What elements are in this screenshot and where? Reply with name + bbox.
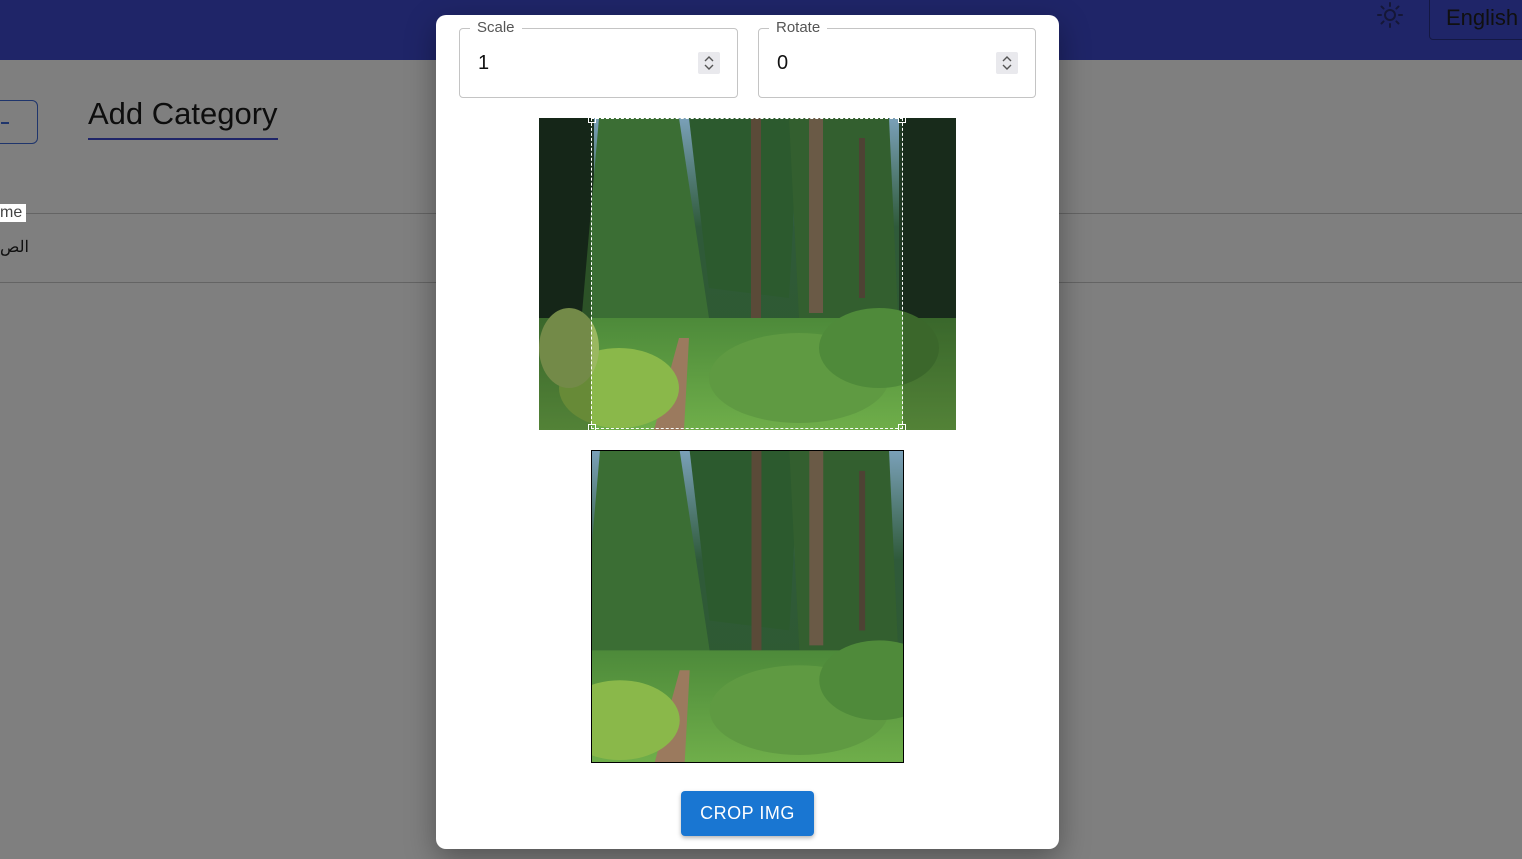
crop-handle-sw[interactable] xyxy=(588,424,596,430)
scale-label: Scale xyxy=(470,19,522,36)
name-field-label: me xyxy=(0,204,27,222)
rotate-spinner[interactable] xyxy=(996,52,1018,74)
rotate-label: Rotate xyxy=(769,19,828,36)
forest-photo-preview xyxy=(592,451,903,762)
crop-selection[interactable] xyxy=(588,118,906,430)
crop-outside-left xyxy=(539,118,591,430)
scale-field[interactable]: Scale 1 xyxy=(459,19,738,98)
rotate-input[interactable]: 0 xyxy=(777,52,788,75)
rotate-field[interactable]: Rotate 0 xyxy=(758,19,1036,98)
spinner-arrows-icon xyxy=(704,56,714,70)
spinner-arrows-icon xyxy=(1002,56,1012,70)
crop-image-button[interactable]: CROP IMG xyxy=(681,791,814,836)
crop-handle-nw[interactable] xyxy=(588,118,596,123)
crop-source-image[interactable] xyxy=(539,118,956,430)
crop-outside-right xyxy=(903,118,956,430)
scale-input[interactable]: 1 xyxy=(478,52,489,75)
scale-spinner[interactable] xyxy=(698,52,720,74)
crop-preview-image xyxy=(591,450,904,763)
crop-handle-se[interactable] xyxy=(898,424,906,430)
crop-dialog: Scale 1 Rotate 0 CROP IMG xyxy=(436,15,1059,849)
crop-handle-ne[interactable] xyxy=(898,118,906,123)
